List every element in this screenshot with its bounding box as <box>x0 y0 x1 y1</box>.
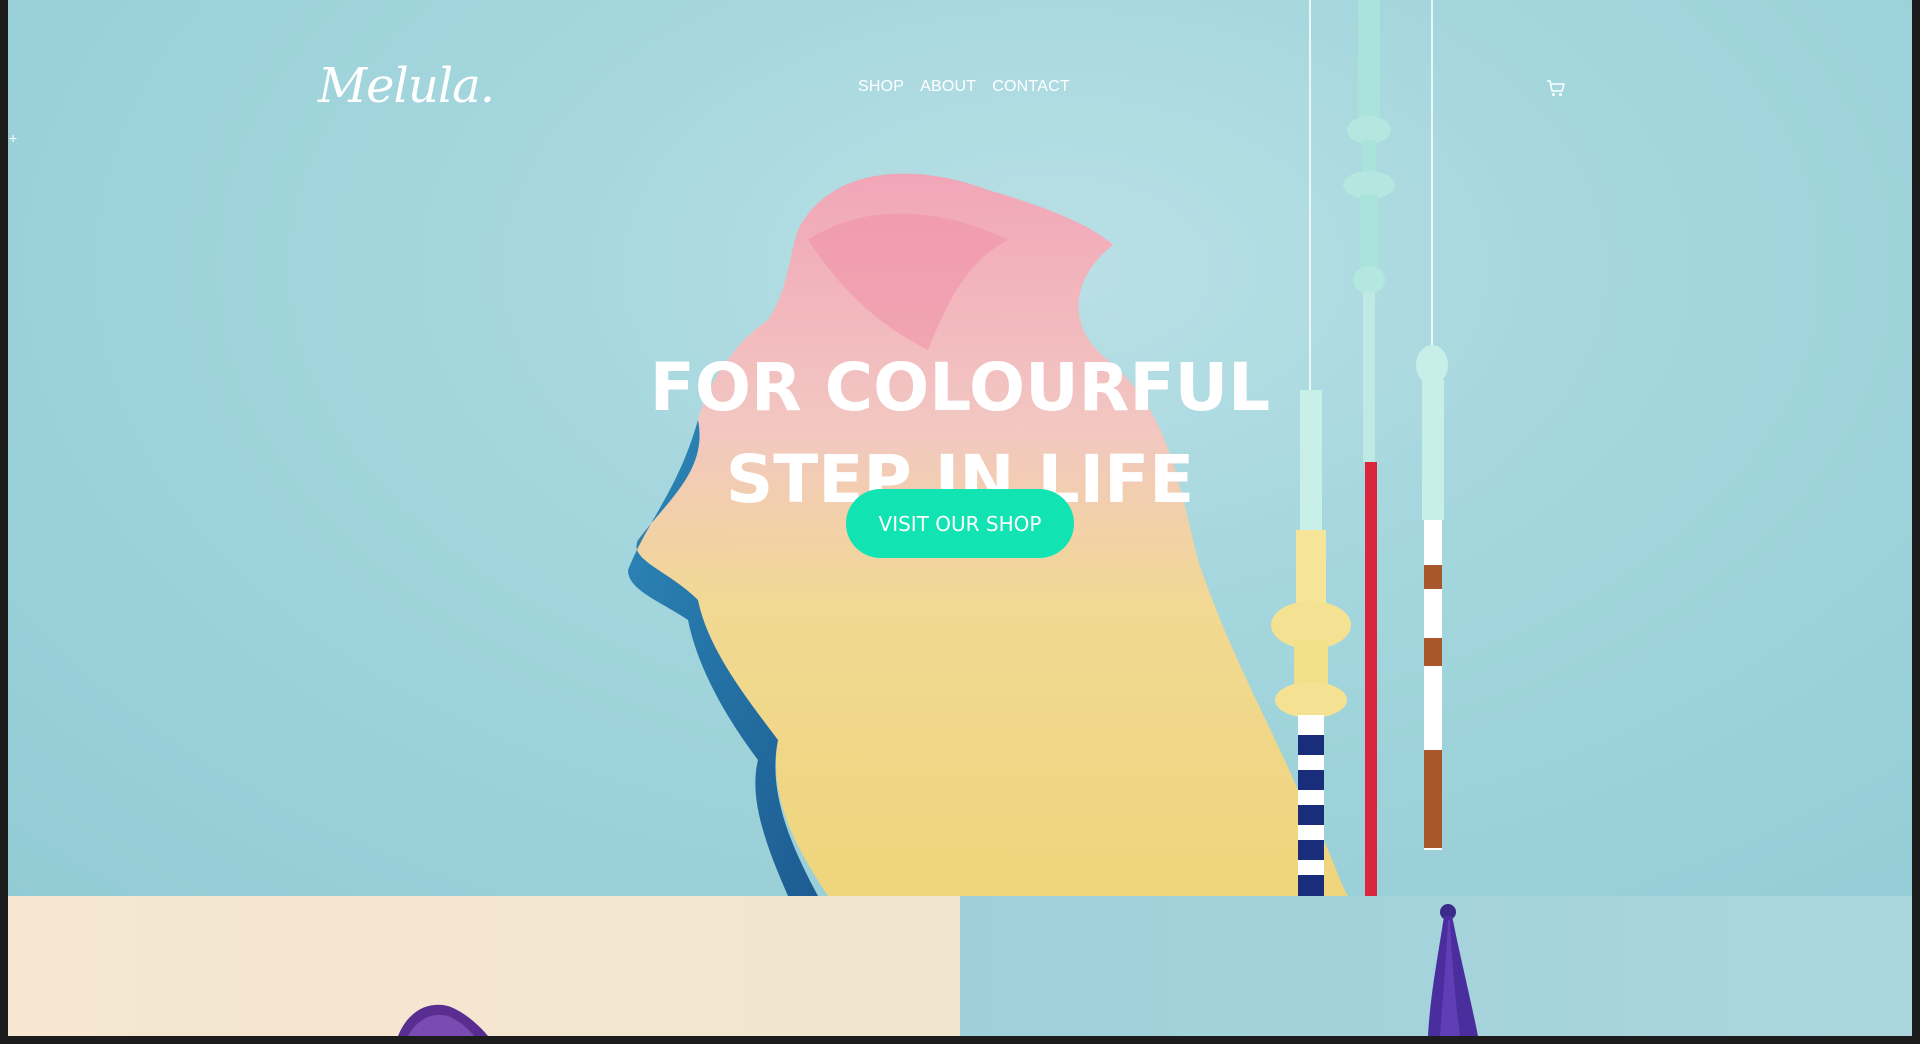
main-nav: SHOP ABOUT CONTACT <box>858 78 1070 96</box>
cart-icon[interactable] <box>1545 78 1567 98</box>
shoe-image <box>398 1004 488 1036</box>
hero-section: Melula. SHOP ABOUT CONTACT + FOR COLOURF… <box>8 0 1912 896</box>
page-viewport: Melula. SHOP ABOUT CONTACT + FOR COLOURF… <box>8 0 1912 1036</box>
product-tile-right[interactable] <box>960 896 1912 1036</box>
hero-title-line-1: FOR COLOURFUL <box>649 349 1271 427</box>
product-tile-left[interactable] <box>8 896 960 1036</box>
nav-contact[interactable]: CONTACT <box>992 78 1070 96</box>
nav-about[interactable]: ABOUT <box>920 78 976 96</box>
plus-icon[interactable]: + <box>9 130 17 146</box>
nav-shop[interactable]: SHOP <box>858 78 904 96</box>
fabric-image <box>1428 904 1478 1036</box>
site-logo[interactable]: Melula. <box>318 58 495 114</box>
site-header: Melula. SHOP ABOUT CONTACT <box>8 0 1912 180</box>
visit-shop-button[interactable]: VISIT OUR SHOP <box>846 489 1074 558</box>
